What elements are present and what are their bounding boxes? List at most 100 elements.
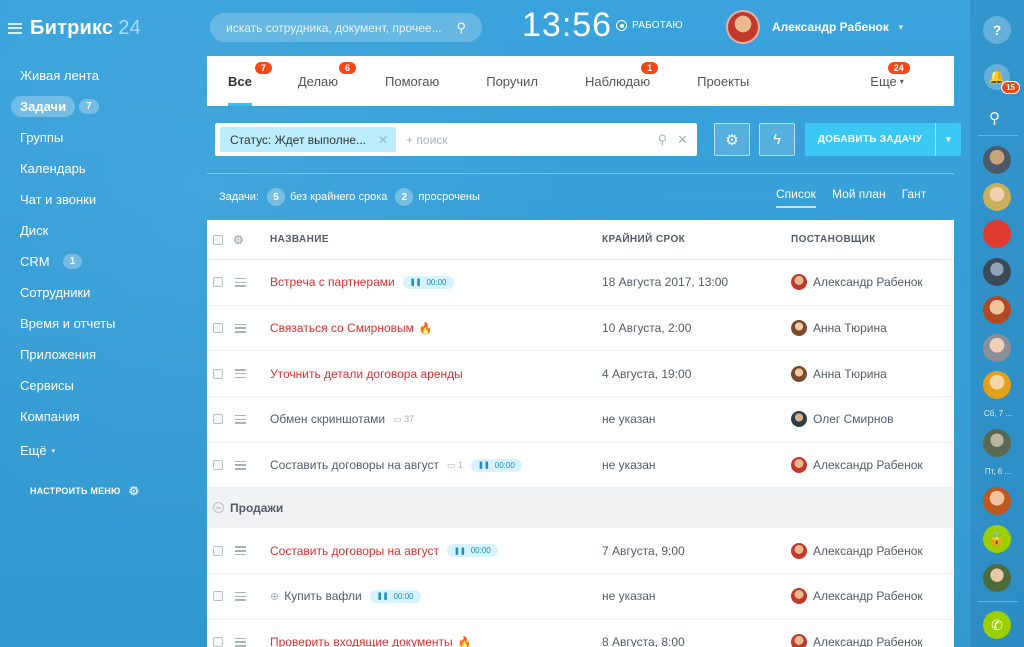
view-list[interactable]: Список — [776, 187, 816, 208]
contact-avatar[interactable] — [983, 146, 1011, 174]
menu-item-groups[interactable]: Группы — [20, 122, 190, 153]
comments-count[interactable]: ▭ 37 — [393, 414, 414, 425]
row-checkbox[interactable] — [213, 414, 223, 425]
row-menu-icon[interactable] — [235, 277, 246, 287]
contact-avatar[interactable] — [983, 258, 1011, 286]
task-owner[interactable]: Александр Рабенок — [813, 589, 923, 603]
task-name[interactable]: Обмен скриншотами — [270, 412, 385, 426]
table-row[interactable]: Связаться со Смирновым 🔥 10 Августа, 2:00… — [207, 306, 954, 352]
task-owner[interactable]: Александр Рабенок — [813, 635, 923, 647]
header-deadline[interactable]: КРАЙНИЙ СРОК — [602, 234, 685, 245]
tab-projects[interactable]: Проекты — [697, 56, 749, 106]
tab-doing[interactable]: Делаю 6 — [298, 56, 357, 106]
menu-item-apps[interactable]: Приложения — [20, 339, 190, 370]
timer-badge[interactable]: ❚❚ 00:00 — [402, 275, 454, 289]
row-menu-icon[interactable] — [235, 460, 246, 470]
task-name[interactable]: Составить договоры на август — [270, 458, 439, 472]
search-icon[interactable]: ⚲ — [658, 132, 668, 148]
chevron-down-icon[interactable]: ▼ — [935, 123, 961, 156]
contact-avatar[interactable] — [983, 220, 1011, 248]
select-all-checkbox[interactable] — [213, 234, 223, 245]
timer-badge[interactable]: ❚❚ 00:00 — [471, 458, 522, 472]
row-menu-icon[interactable] — [235, 591, 246, 601]
row-checkbox[interactable] — [213, 591, 223, 602]
row-checkbox[interactable] — [213, 277, 223, 288]
task-name[interactable]: Уточнить детали договора аренды — [270, 367, 463, 381]
filter-tag-status[interactable]: Статус: Ждет выполне... ✕ — [220, 127, 397, 152]
task-owner[interactable]: Анна Тюрина — [813, 367, 887, 381]
menu-item-services[interactable]: Сервисы — [20, 370, 190, 401]
close-icon[interactable]: ✕ — [677, 132, 688, 148]
overdue-label[interactable]: просрочены — [418, 191, 480, 203]
expand-icon[interactable]: ⊕ — [270, 590, 279, 603]
settings-button[interactable]: ⚙ — [714, 123, 750, 156]
tab-more[interactable]: Еще ▾ 24 — [870, 56, 910, 106]
task-name[interactable]: Встреча с партнерами — [270, 275, 395, 289]
no-deadline-label[interactable]: без крайнего срока — [290, 191, 387, 203]
task-name[interactable]: Проверить входящие документы — [270, 635, 453, 647]
comments-count[interactable]: ▭ 1 — [447, 460, 463, 471]
tab-helping[interactable]: Помогаю — [385, 56, 439, 106]
search-icon[interactable]: ⚲ — [989, 109, 1000, 127]
row-checkbox[interactable] — [213, 323, 223, 334]
table-row[interactable]: Встреча с партнерами ❚❚ 00:00 18 Августа 2… — [207, 260, 954, 306]
hamburger-icon[interactable] — [8, 22, 22, 34]
table-row[interactable]: Обмен скриншотами ▭ 37 не указан Олег Сми… — [207, 397, 954, 443]
menu-item-feed[interactable]: Живая лента — [20, 60, 190, 91]
menu-item-time-reports[interactable]: Время и отчеты — [20, 308, 190, 339]
task-owner[interactable]: Александр Рабенок — [813, 275, 923, 289]
task-owner[interactable]: Олег Смирнов — [813, 412, 894, 426]
lock-icon[interactable]: 🔒 — [983, 525, 1011, 553]
help-button[interactable]: ? — [983, 16, 1011, 44]
task-name[interactable]: Связаться со Смирновым — [270, 321, 414, 335]
no-deadline-count[interactable]: 5 — [267, 188, 285, 206]
gear-icon[interactable]: ⚙ — [233, 233, 244, 247]
menu-item-crm[interactable]: CRM 1 — [20, 246, 190, 277]
add-task-button[interactable]: ДОБАВИТЬ ЗАДАЧУ ▼ — [805, 123, 961, 156]
table-row[interactable]: Уточнить детали договора аренды 4 Август… — [207, 351, 954, 398]
work-status-button[interactable]: РАБОТАЮ — [616, 20, 683, 31]
menu-item-chat[interactable]: Чат и звонки — [20, 184, 190, 215]
table-row[interactable]: Составить договоры на август ❚❚ 00:00 7 Ав… — [207, 528, 954, 575]
header-name[interactable]: НАЗВАНИЕ — [270, 234, 329, 245]
menu-item-employees[interactable]: Сотрудники — [20, 277, 190, 308]
row-menu-icon[interactable] — [235, 414, 246, 424]
tab-watching[interactable]: Наблюдаю 1 — [585, 56, 659, 106]
row-menu-icon[interactable] — [235, 637, 246, 647]
header-owner[interactable]: ПОСТАНОВЩИК — [791, 234, 876, 245]
row-checkbox[interactable] — [213, 368, 223, 379]
row-menu-icon[interactable] — [235, 369, 246, 379]
configure-menu-button[interactable]: НАСТРОИТЬ МЕНЮ ⚙ — [30, 484, 139, 498]
task-owner[interactable]: Александр Рабенок — [813, 544, 923, 558]
search-icon[interactable]: ⚲ — [456, 20, 466, 36]
row-checkbox[interactable] — [213, 637, 223, 647]
menu-item-tasks[interactable]: Задачи 7 — [11, 91, 190, 122]
table-row[interactable]: ⊕ Купить вафли ❚❚ 00:00 не указан Александр… — [207, 574, 954, 620]
table-row[interactable]: Составить договоры на август ▭ 1 ❚❚ 00:00 н… — [207, 443, 954, 489]
menu-item-disk[interactable]: Диск — [20, 215, 190, 246]
clock[interactable]: 13:56 — [522, 6, 612, 45]
collapse-icon[interactable]: − — [213, 502, 224, 514]
contact-avatar[interactable] — [983, 371, 1011, 399]
phone-button[interactable]: ✆ — [983, 611, 1011, 639]
table-row[interactable]: Проверить входящие документы 🔥 8 Августа,… — [207, 620, 954, 647]
contact-avatar[interactable] — [983, 296, 1011, 324]
tab-assigned[interactable]: Поручил — [486, 56, 538, 106]
contact-avatar[interactable] — [983, 183, 1011, 211]
view-my-plan[interactable]: Мой план — [832, 187, 886, 208]
timer-badge[interactable]: ❚❚ 00:00 — [446, 544, 498, 558]
group-row[interactable]: − Продажи — [207, 488, 954, 529]
quick-action-button[interactable]: ϟ — [759, 123, 795, 156]
task-owner[interactable]: Анна Тюрина — [813, 321, 887, 335]
close-icon[interactable]: ✕ — [378, 133, 388, 147]
filter-search-input[interactable]: Статус: Ждет выполне... ✕ + поиск ⚲ ✕ — [215, 123, 697, 156]
view-gantt[interactable]: Гант — [902, 187, 927, 208]
row-checkbox[interactable] — [213, 460, 223, 471]
row-menu-icon[interactable] — [235, 546, 246, 556]
timer-badge[interactable]: ❚❚ 00:00 — [369, 589, 421, 603]
task-name[interactable]: Составить договоры на август — [270, 544, 439, 558]
user-menu[interactable]: Александр Рабенок ▼ — [726, 10, 905, 44]
task-owner[interactable]: Александр Рабенок — [813, 458, 923, 472]
menu-item-calendar[interactable]: Календарь — [20, 153, 190, 184]
global-search-input[interactable]: искать сотрудника, документ, прочее... ⚲ — [210, 13, 482, 42]
